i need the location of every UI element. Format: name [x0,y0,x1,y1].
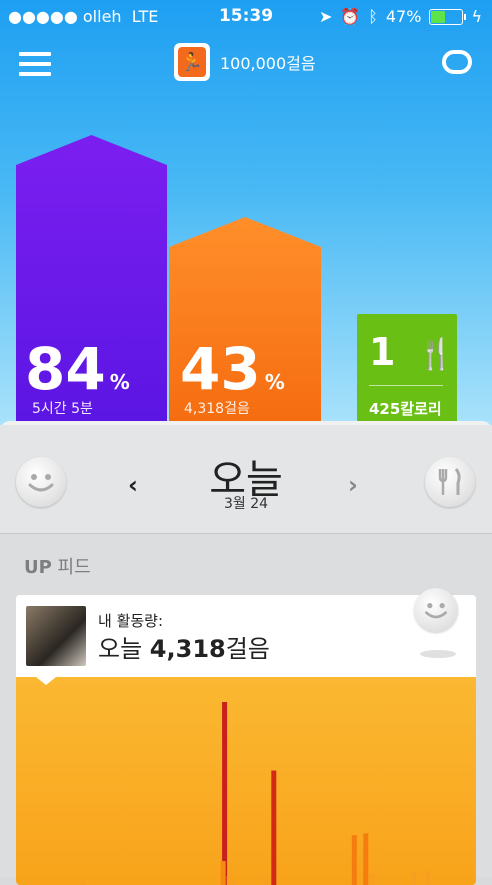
card-value: 오늘 4,318걸음 [98,629,270,664]
battery-icon [429,9,463,25]
steps-detail: 4,318걸음 [184,398,250,418]
chat-icon[interactable] [442,50,472,74]
goal-text: 100,000걸음 [220,50,316,74]
activity-card[interactable]: 내 활동량: 오늘 4,318걸음 [16,595,476,885]
battery-percent: 47% [386,7,422,26]
fork-knife-button[interactable] [425,457,475,507]
charging-icon: ϟ [471,7,482,26]
dashboard-header: ●●●●● olleh LTE 15:39 ➤ ⏰ ᛒ 47% ϟ 🏃 100,… [0,0,492,425]
activity-bar-5 [264,878,269,885]
calories: 425칼로리 [369,398,442,419]
card-notch [36,677,56,685]
shadow [420,650,456,658]
bluetooth-icon: ᛒ [368,7,378,26]
activity-bar-4 [232,881,237,885]
activity-bar-8 [370,874,375,885]
fork-knife-icon: 🍴 [417,337,454,372]
card-label: 내 활동량: [98,610,163,631]
card-header: 내 활동량: 오늘 4,318걸음 [16,595,476,677]
goal-header[interactable]: 🏃 100,000걸음 [174,43,316,81]
divider [369,385,443,386]
activity-chart [16,677,476,885]
activity-bar-6 [352,835,357,885]
sleep-percent: 84% [25,335,130,403]
content-panel: ‹ 오늘 3월 24 › UP 피드 내 활동량: 오늘 4,318걸음 [0,421,492,877]
activity-chart-svg [16,677,476,885]
sleep-detail: 5시간 5분 [32,398,93,418]
status-icons: ➤ ⏰ ᛒ 47% ϟ [319,7,482,26]
day-navigator: ‹ 오늘 3월 24 › [0,425,492,534]
feed-title: UP 피드 [24,553,91,579]
card-smile-icon[interactable] [414,588,458,632]
menu-icon[interactable] [19,52,51,76]
activity-bar-9 [412,872,417,885]
status-bar: ●●●●● olleh LTE 15:39 ➤ ⏰ ᛒ 47% ϟ [0,0,492,34]
activity-bar-0 [222,702,227,885]
day-date: 3월 24 [0,493,492,513]
activity-bar-7 [363,833,368,885]
activity-thumbnail [26,606,86,666]
next-day-button[interactable]: › [348,471,358,499]
alarm-icon: ⏰ [340,7,360,26]
activity-bar-3 [227,876,232,885]
runner-icon: 🏃 [174,43,210,81]
steps-percent: 43% [180,335,285,403]
meal-count: 1 [369,330,395,374]
activity-bar-2 [221,861,226,885]
location-icon: ➤ [319,7,332,26]
activity-bar-1 [271,771,276,885]
